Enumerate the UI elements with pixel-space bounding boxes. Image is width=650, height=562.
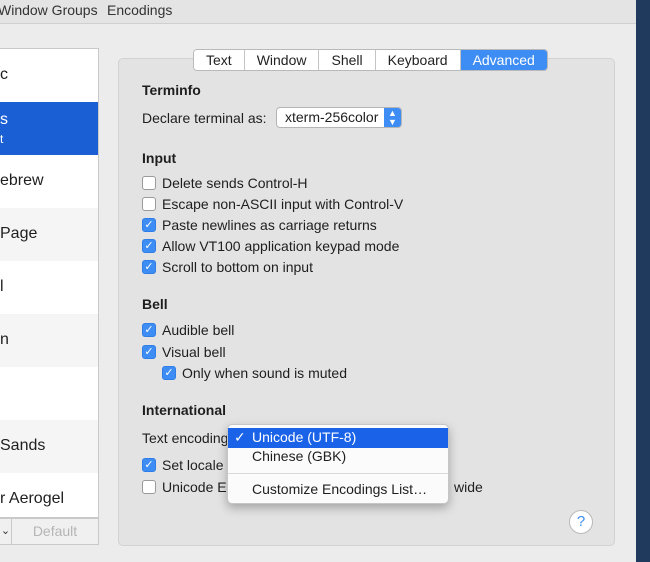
checkbox-checked[interactable]: ✓ xyxy=(142,239,156,253)
checkbox-checked[interactable]: ✓ xyxy=(142,458,156,472)
option-label: Delete sends Control-H xyxy=(162,175,308,191)
profile-item[interactable]: Sands xyxy=(0,420,98,473)
option-label: Set locale xyxy=(162,457,224,473)
profile-name: s xyxy=(0,111,8,128)
checkbox-checked[interactable]: ✓ xyxy=(142,260,156,274)
toolbar-window-groups[interactable]: Window Groups xyxy=(0,2,98,18)
declare-terminal-value: xterm-256color xyxy=(285,109,379,125)
menu-item-label: Unicode (UTF-8) xyxy=(252,429,357,445)
checkbox[interactable] xyxy=(142,176,156,190)
declare-terminal-popup[interactable]: xterm-256color ▲ ▼ xyxy=(276,107,402,128)
profile-actions-menu[interactable]: ⌄ xyxy=(0,519,12,544)
option-label: Allow VT100 application keypad mode xyxy=(162,238,400,254)
toolbar-encodings[interactable]: Encodings xyxy=(107,2,172,18)
bell-heading: Bell xyxy=(142,296,168,312)
profile-item[interactable]: ebrew xyxy=(0,155,98,208)
checkbox[interactable] xyxy=(142,197,156,211)
option-label: Audible bell xyxy=(162,322,235,338)
preferences-toolbar: Window Groups Encodings xyxy=(0,0,636,24)
menu-item-customize-encodings[interactable]: Customize Encodings List… xyxy=(228,480,448,500)
menu-item-gbk[interactable]: Chinese (GBK) xyxy=(228,447,448,467)
tab-keyboard[interactable]: Keyboard xyxy=(375,50,461,70)
profile-item[interactable]: r Aerogel xyxy=(0,473,98,517)
profile-name: l xyxy=(0,278,4,295)
profile-list-footer: ⌄ Default xyxy=(0,518,99,545)
checkbox-checked[interactable]: ✓ xyxy=(142,345,156,359)
profile-list[interactable]: c s t ebrew Page l n Sands r Aerogel xyxy=(0,48,99,518)
option-label: Paste newlines as carriage returns xyxy=(162,217,377,233)
menu-separator xyxy=(228,473,448,474)
tab-window[interactable]: Window xyxy=(244,50,320,70)
checkbox-checked[interactable]: ✓ xyxy=(162,366,176,380)
profile-item[interactable]: Page xyxy=(0,208,98,261)
popup-arrows-icon: ▲ ▼ xyxy=(384,108,401,127)
text-encoding-label: Text encoding xyxy=(142,430,229,446)
desktop-background xyxy=(636,0,650,562)
menu-item-utf8[interactable]: ✓ Unicode (UTF-8) xyxy=(228,428,448,448)
checkbox[interactable] xyxy=(142,480,156,494)
tab-advanced[interactable]: Advanced xyxy=(460,50,547,70)
profile-name: Sands xyxy=(0,437,46,454)
option-label: Scroll to bottom on input xyxy=(162,259,313,275)
option-label: Only when sound is muted xyxy=(182,365,347,381)
profile-item[interactable]: n xyxy=(0,314,98,367)
profile-name: ebrew xyxy=(0,172,44,189)
settings-tabs: Text Window Shell Keyboard Advanced xyxy=(193,49,548,71)
profile-name: c xyxy=(0,66,8,83)
terminfo-heading: Terminfo xyxy=(142,82,201,98)
profile-item[interactable]: c xyxy=(0,49,98,102)
default-button[interactable]: Default xyxy=(13,519,97,544)
option-label: Escape non-ASCII input with Control-V xyxy=(162,196,404,212)
profile-item[interactable] xyxy=(0,367,98,420)
menu-item-label: Customize Encodings List… xyxy=(252,481,428,497)
option-label: Unicode E xyxy=(162,479,227,495)
text-encoding-menu: ✓ Unicode (UTF-8) Chinese (GBK) Customiz… xyxy=(227,424,449,504)
profile-name: Page xyxy=(0,225,38,242)
tab-text[interactable]: Text xyxy=(194,50,245,70)
checkmark-icon: ✓ xyxy=(234,429,246,445)
menu-item-label: Chinese (GBK) xyxy=(252,448,347,464)
help-button[interactable]: ? xyxy=(569,510,593,534)
checkbox-checked[interactable]: ✓ xyxy=(142,323,156,337)
declare-terminal-label: Declare terminal as: xyxy=(142,110,267,126)
option-label-trailing: wide xyxy=(454,479,483,495)
profile-item-selected[interactable]: s t xyxy=(0,102,98,155)
tab-shell[interactable]: Shell xyxy=(319,50,376,70)
input-heading: Input xyxy=(142,150,177,166)
checkbox-checked[interactable]: ✓ xyxy=(142,218,156,232)
profile-name: r Aerogel xyxy=(0,490,65,507)
profile-name: n xyxy=(0,331,9,348)
profile-default-tag: t xyxy=(0,132,4,146)
international-heading: International xyxy=(142,402,227,418)
option-label: Visual bell xyxy=(162,344,226,360)
profile-item[interactable]: l xyxy=(0,261,98,314)
